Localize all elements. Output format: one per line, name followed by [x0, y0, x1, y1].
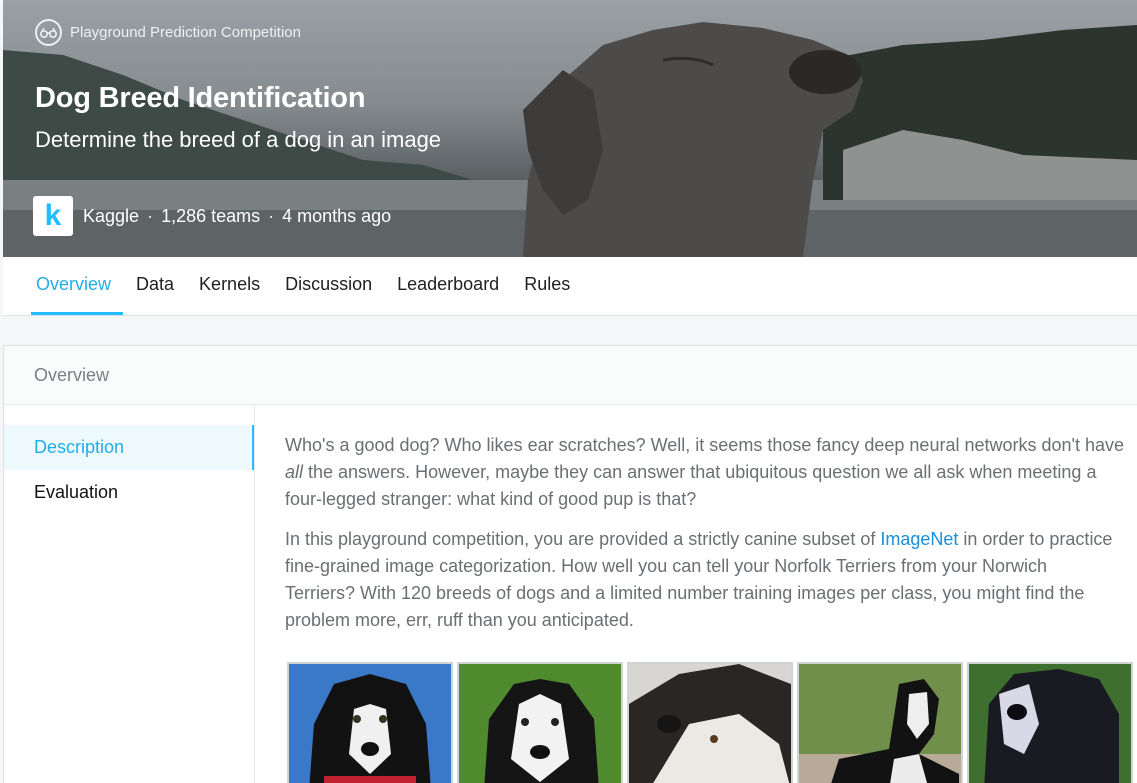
description-text: Who's a good dog? Who likes ear scratche… — [285, 435, 1124, 455]
dog-example-image — [797, 662, 963, 783]
example-images-row — [287, 662, 1133, 783]
description-text: the answers. However, maybe they can ans… — [303, 462, 1097, 482]
dog-example-image — [967, 662, 1133, 783]
dog-example-image — [287, 662, 453, 783]
competition-title: Dog Breed Identification — [35, 82, 366, 114]
dog-example-image — [457, 662, 623, 783]
team-count[interactable]: 1,286 teams — [161, 206, 260, 227]
competition-hero: Playground Prediction Competition Dog Br… — [3, 0, 1137, 257]
dog-example-image — [627, 662, 793, 783]
description-paragraph: In this playground competition, you are … — [285, 526, 1137, 634]
tab-leaderboard[interactable]: Leaderboard — [385, 257, 511, 315]
description-text: In this playground competition, you are … — [285, 529, 881, 549]
overview-sidenav: Description Evaluation — [4, 405, 255, 783]
description-text: fine-grained image categorization. How w… — [285, 556, 1047, 576]
competition-meta: k Kaggle · 1,286 teams · 4 months ago — [33, 196, 391, 236]
competition-type-badge: Playground Prediction Competition — [35, 19, 301, 46]
kaggle-logo[interactable]: k — [33, 196, 73, 236]
meta-separator: · — [147, 205, 154, 226]
tab-discussion[interactable]: Discussion — [273, 257, 384, 315]
description-emphasis: all — [285, 462, 304, 482]
tab-kernels[interactable]: Kernels — [187, 257, 272, 315]
description-text: four-legged stranger: what kind of good … — [285, 489, 697, 509]
competition-subtitle: Determine the breed of a dog in an image — [35, 127, 442, 152]
binoculars-icon — [35, 19, 62, 46]
tab-overview[interactable]: Overview — [19, 257, 124, 315]
description-paragraph: Who's a good dog? Who likes ear scratche… — [285, 432, 1137, 513]
description-text: in order to practice — [958, 529, 1113, 549]
tab-rules[interactable]: Rules — [512, 257, 582, 315]
sidenav-item-description[interactable]: Description — [4, 425, 254, 470]
competition-type-label: Playground Prediction Competition — [70, 24, 301, 41]
tab-data[interactable]: Data — [124, 257, 186, 315]
time-ago: 4 months ago — [282, 205, 392, 226]
description-content: Who's a good dog? Who likes ear scratche… — [285, 432, 1137, 647]
overview-card: Overview Description Evaluation Who's a … — [3, 345, 1137, 783]
overview-card-header: Overview — [4, 346, 1137, 405]
imagenet-link[interactable]: ImageNet — [880, 529, 958, 549]
meta-separator: · — [268, 205, 275, 226]
sidenav-item-evaluation[interactable]: Evaluation — [4, 470, 254, 515]
host-name[interactable]: Kaggle — [83, 206, 139, 227]
description-text: Terriers? With 120 breeds of dogs and a … — [285, 583, 1085, 603]
competition-tabs: Overview Data Kernels Discussion Leaderb… — [3, 257, 1137, 316]
description-text: problem more, err, ruff than you anticip… — [285, 610, 634, 630]
